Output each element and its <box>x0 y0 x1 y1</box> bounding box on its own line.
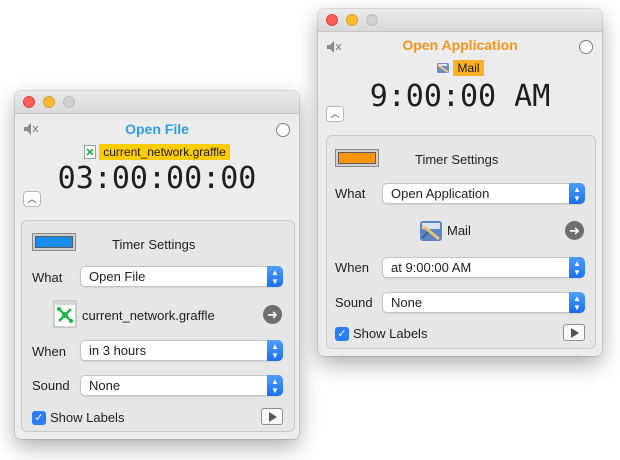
popup-arrows-icon: ▲ ▼ <box>569 292 585 313</box>
target-tag: Mail <box>318 59 602 77</box>
countdown-display: 9:00:00 AM <box>369 79 551 114</box>
sound-popup[interactable]: None ▲ ▼ <box>382 292 585 313</box>
go-arrow-icon[interactable]: ➜ <box>565 221 584 240</box>
zoom-button[interactable] <box>366 14 378 26</box>
go-arrow-icon[interactable]: ➜ <box>263 305 282 324</box>
open-file-window: Open File current_network.graffle 03:00:… <box>15 91 299 439</box>
mail-app-icon <box>420 221 442 241</box>
countdown-display: 03:00:00:00 <box>57 161 257 196</box>
what-value: Open File <box>89 269 146 284</box>
panel-title: Timer Settings <box>415 152 499 167</box>
collapse-settings-button[interactable]: ︿ <box>326 106 344 122</box>
when-popup[interactable]: in 3 hours ▲ ▼ <box>80 340 283 361</box>
when-label: When <box>32 344 66 359</box>
graffle-file-icon <box>84 144 97 159</box>
show-labels-label[interactable]: Show Labels <box>50 410 124 425</box>
close-button[interactable] <box>23 96 35 108</box>
timer-settings-panel: Timer Settings What Open File ▲ ▼ current… <box>21 220 295 432</box>
minimize-button[interactable] <box>346 14 358 26</box>
close-button[interactable] <box>326 14 338 26</box>
popup-arrows-icon: ▲ ▼ <box>267 266 283 287</box>
collapse-settings-button[interactable]: ︿ <box>23 191 41 207</box>
play-icon[interactable] <box>563 324 585 341</box>
what-label: What <box>335 186 366 201</box>
open-application-window: Open Application Mail 9:00:00 AM ︿ Timer… <box>318 9 602 356</box>
window-title: Open File <box>125 121 189 137</box>
target-tag: current_network.graffle <box>15 143 299 161</box>
target-tag-label: current_network.graffle <box>99 143 230 160</box>
sound-value: None <box>89 378 121 393</box>
when-value: at 9:00:00 AM <box>391 260 472 275</box>
popup-arrows-icon: ▲ ▼ <box>267 340 283 361</box>
color-swatch[interactable] <box>335 149 379 167</box>
panel-title: Timer Settings <box>112 237 196 252</box>
show-labels-checkbox[interactable]: ✓ <box>32 411 46 425</box>
window-title: Open Application <box>402 37 518 53</box>
zoom-button[interactable] <box>63 96 75 108</box>
popup-arrows-icon: ▲ ▼ <box>569 183 585 204</box>
select-radio[interactable] <box>276 123 290 137</box>
popup-arrows-icon: ▲ ▼ <box>569 257 585 278</box>
when-popup[interactable]: at 9:00:00 AM ▲ ▼ <box>382 257 585 278</box>
sound-popup[interactable]: None ▲ ▼ <box>80 375 283 396</box>
what-value: Open Application <box>391 186 490 201</box>
title-bar[interactable] <box>15 91 299 114</box>
minimize-button[interactable] <box>43 96 55 108</box>
sound-label: Sound <box>335 295 373 310</box>
target-name: current_network.graffle <box>82 308 215 323</box>
sound-value: None <box>391 295 423 310</box>
what-popup[interactable]: Open Application ▲ ▼ <box>382 183 585 204</box>
target-tag-label: Mail <box>453 59 484 76</box>
target-name: Mail <box>447 223 471 238</box>
color-swatch[interactable] <box>32 233 76 251</box>
popup-arrows-icon: ▲ ▼ <box>267 375 283 396</box>
show-labels-checkbox[interactable]: ✓ <box>335 327 349 341</box>
play-icon[interactable] <box>261 408 283 425</box>
when-label: When <box>335 260 369 275</box>
title-bar[interactable] <box>318 9 602 32</box>
when-value: in 3 hours <box>89 343 147 358</box>
mail-app-icon <box>437 62 450 73</box>
select-radio[interactable] <box>579 40 593 54</box>
timer-settings-panel: Timer Settings What Open Application ▲ ▼ … <box>326 135 596 349</box>
what-popup[interactable]: Open File ▲ ▼ <box>80 266 283 287</box>
show-labels-label[interactable]: Show Labels <box>353 326 427 341</box>
graffle-file-icon <box>53 300 77 328</box>
what-label: What <box>32 270 63 285</box>
sound-label: Sound <box>32 378 70 393</box>
